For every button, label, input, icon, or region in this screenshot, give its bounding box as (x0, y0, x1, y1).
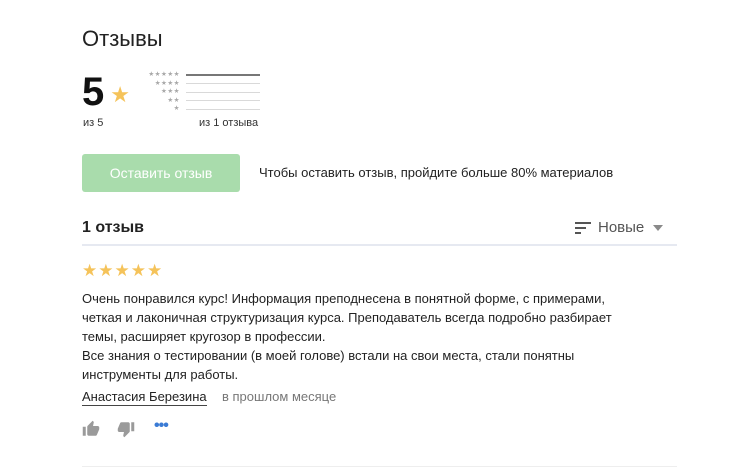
sort-dropdown[interactable]: Новые (575, 219, 664, 236)
distribution-bar (186, 74, 260, 77)
distribution-row: ★ (142, 105, 264, 114)
review-count-label: из 1 отзыва (199, 117, 259, 129)
rating-scale-label: из 5 (83, 117, 104, 129)
star-icon: ★ (110, 82, 130, 107)
distribution-row: ★★★ (142, 88, 264, 97)
distribution-stars: ★★ (167, 96, 180, 104)
distribution-bar (186, 83, 260, 85)
more-icon[interactable]: ••• (154, 417, 169, 435)
thumbs-down-icon[interactable] (117, 420, 135, 438)
distribution-row: ★★★★ (142, 80, 264, 89)
distribution-stars: ★★★★★ (148, 71, 180, 79)
review-line: темы, расширяет кругозор в профессии. (82, 329, 326, 344)
distribution-stars: ★★★★ (154, 79, 180, 87)
review-date: в прошлом месяце (222, 389, 337, 404)
distribution-stars: ★ (173, 105, 180, 113)
distribution-row: ★★ (142, 97, 264, 106)
review-line: четкая и лаконичная структуризация курса… (82, 310, 612, 325)
review-line: инструменты для работы. (82, 367, 239, 382)
distribution-fill (186, 74, 260, 77)
review-line: Все знания о тестировании (в моей голове… (82, 348, 575, 363)
chevron-down-icon (653, 224, 664, 231)
review-actions: ••• (82, 417, 169, 438)
review-stars: ★★★★★ (82, 261, 164, 280)
review-text: Очень понравился курс! Информация препод… (82, 289, 662, 384)
thumbs-up-icon[interactable] (82, 420, 100, 438)
review-line: Очень понравился курс! Информация препод… (82, 291, 605, 306)
distribution-row: ★★★★★ (142, 71, 264, 80)
rating-value: 5 (82, 70, 105, 114)
sort-label: Новые (598, 219, 645, 236)
divider (82, 466, 677, 467)
author-link[interactable]: Анастасия Березина (82, 389, 207, 406)
divider (82, 244, 677, 246)
distribution-bar (186, 108, 260, 110)
rating-distribution: ★★★★★ ★★★★ ★★★ ★★ ★ (142, 71, 264, 114)
reviews-count: 1 отзыв (82, 219, 145, 236)
leave-review-button[interactable]: Оставить отзыв (82, 154, 240, 192)
distribution-stars: ★★★ (161, 88, 180, 96)
distribution-bar (186, 91, 260, 93)
average-rating: 5 ★ (82, 70, 130, 114)
sort-icon (575, 221, 591, 234)
leave-review-hint: Чтобы оставить отзыв, пройдите больше 80… (259, 165, 614, 180)
page-title: Отзывы (82, 26, 163, 51)
distribution-bar (186, 100, 260, 102)
